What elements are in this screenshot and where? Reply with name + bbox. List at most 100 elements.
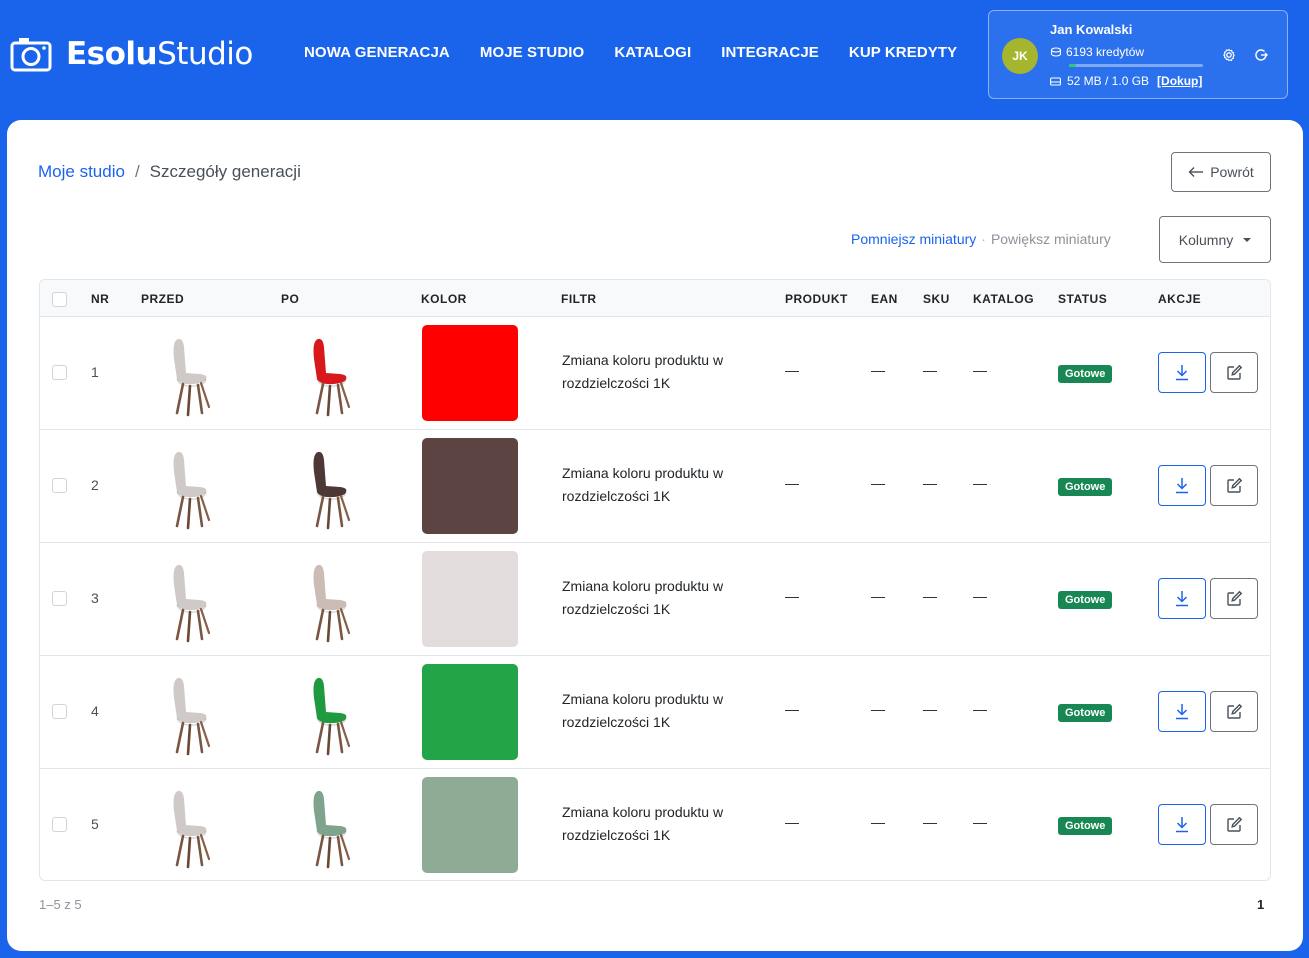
user-card-actions bbox=[1221, 47, 1269, 63]
nav-catalogs[interactable]: KATALOGI bbox=[614, 44, 691, 61]
pagination-page-1[interactable]: 1 bbox=[1257, 897, 1264, 912]
row-checkbox[interactable] bbox=[52, 365, 67, 380]
download-button[interactable] bbox=[1158, 804, 1206, 845]
download-icon bbox=[1176, 817, 1188, 833]
th-ean: EAN bbox=[871, 292, 898, 306]
download-icon bbox=[1176, 591, 1188, 607]
top-header: EsoluStudio NOWA GENERACJA MOJE STUDIO K… bbox=[0, 0, 1309, 110]
status-badge: Gotowe bbox=[1058, 365, 1113, 383]
nav-buy-credits[interactable]: KUP KREDYTY bbox=[849, 44, 957, 61]
row-catalog: — bbox=[973, 588, 987, 604]
edit-icon bbox=[1226, 816, 1242, 832]
nav-integrations[interactable]: INTEGRACJE bbox=[721, 44, 819, 61]
th-status: STATUS bbox=[1058, 292, 1108, 306]
edit-icon bbox=[1226, 703, 1242, 719]
after-thumbnail[interactable] bbox=[290, 781, 366, 869]
row-catalog: — bbox=[973, 814, 987, 830]
download-icon bbox=[1176, 365, 1188, 381]
shrink-thumbnails-link[interactable]: Pomniejsz miniatury bbox=[851, 231, 976, 247]
after-thumbnail[interactable] bbox=[290, 668, 366, 756]
breadcrumb-root[interactable]: Moje studio bbox=[38, 162, 125, 182]
row-sku: — bbox=[923, 362, 937, 378]
edit-button[interactable] bbox=[1210, 352, 1258, 393]
row-nr: 5 bbox=[91, 816, 99, 832]
th-filter: FILTR bbox=[561, 292, 597, 306]
row-product: — bbox=[785, 701, 799, 717]
row-checkbox[interactable] bbox=[52, 704, 67, 719]
edit-icon bbox=[1226, 590, 1242, 606]
storage-info: 52 MB / 1.0 GB [Dokup] bbox=[1050, 74, 1202, 88]
color-swatch bbox=[422, 551, 518, 647]
before-thumbnail[interactable] bbox=[150, 442, 226, 530]
th-color: KOLOR bbox=[421, 292, 467, 306]
th-product: PRODUKT bbox=[785, 292, 848, 306]
avatar[interactable]: JK bbox=[1002, 38, 1038, 74]
columns-dropdown[interactable]: Kolumny bbox=[1159, 216, 1271, 263]
color-swatch bbox=[422, 438, 518, 534]
edit-button[interactable] bbox=[1210, 804, 1258, 845]
credits-value: 6193 kredytów bbox=[1066, 45, 1145, 59]
edit-button[interactable] bbox=[1210, 465, 1258, 506]
topup-link[interactable]: [Dokup] bbox=[1157, 74, 1202, 88]
th-sku: SKU bbox=[923, 292, 950, 306]
brand-name: EsoluStudio bbox=[66, 36, 253, 72]
download-icon bbox=[1176, 704, 1188, 720]
enlarge-thumbnails-link[interactable]: Powiększ miniatury bbox=[991, 231, 1111, 247]
download-button[interactable] bbox=[1158, 465, 1206, 506]
drive-icon bbox=[1050, 76, 1061, 86]
th-nr: NR bbox=[91, 292, 110, 306]
user-card: JK Jan Kowalski 6193 kredytów 52 MB / 1.… bbox=[988, 10, 1288, 99]
row-sku: — bbox=[923, 814, 937, 830]
th-after: PO bbox=[281, 292, 300, 306]
back-button[interactable]: Powrót bbox=[1171, 152, 1271, 192]
download-icon bbox=[1176, 478, 1188, 494]
table-row: 2 Zmiana koloru produktu w rozdzielczości… bbox=[40, 430, 1270, 543]
row-ean: — bbox=[871, 701, 885, 717]
after-thumbnail[interactable] bbox=[290, 329, 366, 417]
generations-table: NR PRZED PO KOLOR FILTR PRODUKT EAN SKU … bbox=[39, 279, 1271, 881]
table-row: 3 Zmiana koloru produktu w rozdzielczości… bbox=[40, 543, 1270, 656]
row-checkbox[interactable] bbox=[52, 817, 67, 832]
status-badge: Gotowe bbox=[1058, 704, 1113, 722]
download-button[interactable] bbox=[1158, 691, 1206, 732]
before-thumbnail[interactable] bbox=[150, 781, 226, 869]
edit-button[interactable] bbox=[1210, 691, 1258, 732]
row-filter: Zmiana koloru produktu w rozdzielczości … bbox=[562, 804, 724, 843]
row-nr: 4 bbox=[91, 703, 99, 719]
table-row: 4 Zmiana koloru produktu w rozdzielczości… bbox=[40, 656, 1270, 769]
th-actions: AKCJE bbox=[1158, 292, 1202, 306]
row-checkbox[interactable] bbox=[52, 591, 67, 606]
color-swatch bbox=[422, 325, 518, 421]
before-thumbnail[interactable] bbox=[150, 555, 226, 643]
nav-my-studio[interactable]: MOJE STUDIO bbox=[480, 44, 584, 61]
row-ean: — bbox=[871, 588, 885, 604]
storage-progress-fill bbox=[1069, 64, 1076, 67]
status-badge: Gotowe bbox=[1058, 478, 1113, 496]
after-thumbnail[interactable] bbox=[290, 555, 366, 643]
nav-new-generation[interactable]: NOWA GENERACJA bbox=[304, 44, 450, 61]
row-filter: Zmiana koloru produktu w rozdzielczości … bbox=[562, 691, 724, 730]
row-product: — bbox=[785, 814, 799, 830]
edit-icon bbox=[1226, 477, 1242, 493]
download-button[interactable] bbox=[1158, 352, 1206, 393]
row-product: — bbox=[785, 362, 799, 378]
row-catalog: — bbox=[973, 701, 987, 717]
download-button[interactable] bbox=[1158, 578, 1206, 619]
row-checkbox[interactable] bbox=[52, 478, 67, 493]
gear-icon[interactable] bbox=[1221, 47, 1237, 63]
select-all-checkbox[interactable] bbox=[52, 292, 67, 307]
edit-button[interactable] bbox=[1210, 578, 1258, 619]
table-row: 1 Zmiana koloru produktu w rozdzielczości… bbox=[40, 317, 1270, 430]
brand-logo[interactable]: EsoluStudio bbox=[10, 36, 253, 72]
color-swatch bbox=[422, 664, 518, 760]
row-nr: 2 bbox=[91, 477, 99, 493]
logout-icon[interactable] bbox=[1253, 47, 1269, 63]
main-nav: NOWA GENERACJA MOJE STUDIO KATALOGI INTE… bbox=[304, 44, 987, 61]
after-thumbnail[interactable] bbox=[290, 442, 366, 530]
before-thumbnail[interactable] bbox=[150, 668, 226, 756]
breadcrumb-current: Szczegóły generacji bbox=[149, 162, 301, 181]
row-sku: — bbox=[923, 701, 937, 717]
table-header: NR PRZED PO KOLOR FILTR PRODUKT EAN SKU … bbox=[40, 280, 1270, 317]
row-filter: Zmiana koloru produktu w rozdzielczości … bbox=[562, 578, 724, 617]
before-thumbnail[interactable] bbox=[150, 329, 226, 417]
